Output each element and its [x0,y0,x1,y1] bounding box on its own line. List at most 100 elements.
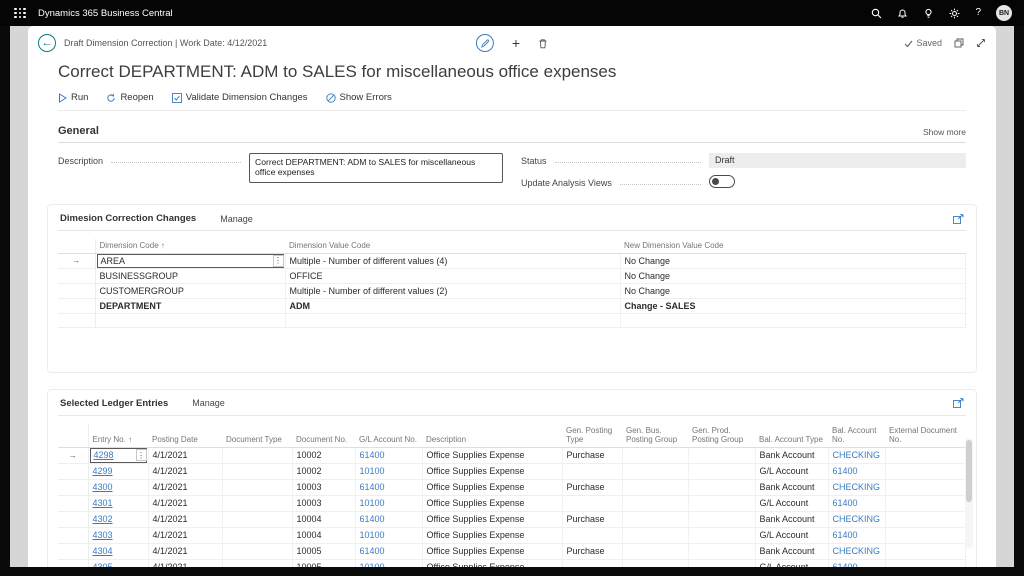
posting-date-cell[interactable]: 4/1/2021 [153,466,188,476]
feedback-icon[interactable] [923,8,934,19]
bal-account-no-link[interactable]: CHECKING [833,514,881,524]
gl-account-no-link[interactable]: 10100 [360,562,385,567]
grid-cell[interactable]: G/L Account [755,495,828,511]
grid-cell[interactable]: 4/1/2021 [148,479,222,495]
grid-cell[interactable]: Bank Account [755,543,828,559]
app-launcher-icon[interactable] [12,6,28,21]
grid-cell[interactable]: G/L Account [755,463,828,479]
bal-account-no-link[interactable]: 61400 [833,466,858,476]
grid-cell[interactable]: 4/1/2021 [148,511,222,527]
bal-account-type-cell[interactable]: G/L Account [760,530,809,540]
grid-cell[interactable]: Purchase [562,447,622,463]
entry-no-link[interactable]: 4299 [93,466,113,476]
description-cell[interactable]: Office Supplies Expense [427,498,525,508]
update-analysis-views-toggle[interactable] [709,175,735,188]
document-no-cell[interactable]: 10005 [297,562,322,567]
grid-cell[interactable] [688,559,755,567]
grid-cell[interactable]: AREA⋮ [95,253,285,268]
grid-cell[interactable] [885,495,966,511]
grid-cell[interactable]: 4299 [88,463,148,479]
grid-cell[interactable]: CHECKING [828,543,885,559]
document-no-cell[interactable]: 10004 [297,530,322,540]
grid-cell[interactable]: CUSTOMERGROUP [95,283,285,298]
bal-account-type-cell[interactable]: Bank Account [760,450,815,460]
description-cell[interactable]: Office Supplies Expense [427,546,525,556]
grid-cell[interactable]: G/L Account [755,527,828,543]
grid-cell[interactable]: 61400 [355,447,422,463]
bal-account-no-link[interactable]: 61400 [833,562,858,567]
gen-posting-type-cell[interactable]: Purchase [567,546,605,556]
grid-cell[interactable]: OFFICE [285,268,620,283]
grid-cell[interactable]: Office Supplies Expense [422,527,562,543]
posting-date-cell[interactable]: 4/1/2021 [153,562,188,567]
description-cell[interactable]: Office Supplies Expense [427,450,525,460]
grid-cell[interactable]: 10005 [292,559,355,567]
grid-cell[interactable] [222,495,292,511]
grid-cell[interactable]: 10004 [292,527,355,543]
grid-cell[interactable]: 4298⋮ [88,447,148,463]
grid-cell[interactable] [688,527,755,543]
column-header[interactable]: External Document No. [885,424,966,448]
grid-cell[interactable]: G/L Account [755,559,828,567]
grid-cell[interactable]: CHECKING [828,511,885,527]
gl-account-no-link[interactable]: 61400 [360,450,385,460]
grid-cell[interactable]: No Change [620,283,966,298]
column-header[interactable]: Description [422,424,562,448]
grid-cell[interactable] [562,463,622,479]
grid-cell[interactable]: Office Supplies Expense [422,543,562,559]
grid-cell[interactable] [688,543,755,559]
vertical-scrollbar[interactable] [965,438,973,548]
grid-cell[interactable]: 10005 [292,543,355,559]
entry-no-link[interactable]: 4302 [93,514,113,524]
grid-cell[interactable]: 4/1/2021 [148,495,222,511]
posting-date-cell[interactable]: 4/1/2021 [153,450,188,460]
grid-cell[interactable] [222,543,292,559]
grid-cell[interactable]: 61400 [828,495,885,511]
grid-cell[interactable]: 61400 [355,511,422,527]
document-no-cell[interactable]: 10002 [297,450,322,460]
entry-no-link[interactable]: 4301 [93,498,113,508]
grid-cell[interactable]: 10100 [355,495,422,511]
description-cell[interactable]: Office Supplies Expense [427,562,525,567]
grid-cell[interactable]: Purchase [562,543,622,559]
column-header[interactable]: Bal. Account No. [828,424,885,448]
document-no-cell[interactable]: 10004 [297,514,322,524]
gl-account-no-link[interactable]: 61400 [360,482,385,492]
grid-cell[interactable] [885,543,966,559]
grid-cell[interactable] [885,463,966,479]
grid-cell[interactable]: 61400 [828,559,885,567]
grid-cell[interactable] [95,313,285,327]
posting-date-cell[interactable]: 4/1/2021 [153,514,188,524]
column-header[interactable]: Entry No. ↑ [88,424,148,448]
breadcrumb[interactable]: Draft Dimension Correction | Work Date: … [64,38,267,48]
column-header[interactable]: Gen. Bus. Posting Group [622,424,688,448]
column-header[interactable]: Document No. [292,424,355,448]
column-header[interactable]: Gen. Posting Type [562,424,622,448]
grid-cell[interactable] [622,463,688,479]
show-errors-button[interactable]: Show Errors [326,92,392,103]
grid-cell[interactable] [688,495,755,511]
dimension-changes-manage-tab[interactable]: Manage [220,214,253,224]
bal-account-type-cell[interactable]: Bank Account [760,482,815,492]
notifications-icon[interactable] [897,8,908,19]
grid-cell[interactable]: 10100 [355,559,422,567]
dimension-changes-title[interactable]: Dimesion Correction Changes [60,213,196,224]
grid-cell[interactable] [622,559,688,567]
grid-cell[interactable] [222,559,292,567]
description-input[interactable]: Correct DEPARTMENT: ADM to SALES for mis… [249,153,503,183]
document-no-cell[interactable]: 10003 [297,498,322,508]
grid-cell[interactable] [885,447,966,463]
grid-cell[interactable]: Office Supplies Expense [422,511,562,527]
grid-cell[interactable]: 4/1/2021 [148,463,222,479]
grid-cell[interactable]: 4303 [88,527,148,543]
gl-account-no-link[interactable]: 10100 [360,466,385,476]
grid-cell[interactable]: Bank Account [755,479,828,495]
bal-account-type-cell[interactable]: G/L Account [760,562,809,567]
entry-no-link[interactable]: 4305 [93,562,113,567]
gen-posting-type-cell[interactable]: Purchase [567,514,605,524]
grid-cell[interactable] [622,543,688,559]
grid-cell[interactable]: 10004 [292,511,355,527]
settings-icon[interactable] [949,8,960,19]
grid-cell[interactable]: CHECKING [828,447,885,463]
grid-cell[interactable]: Office Supplies Expense [422,463,562,479]
